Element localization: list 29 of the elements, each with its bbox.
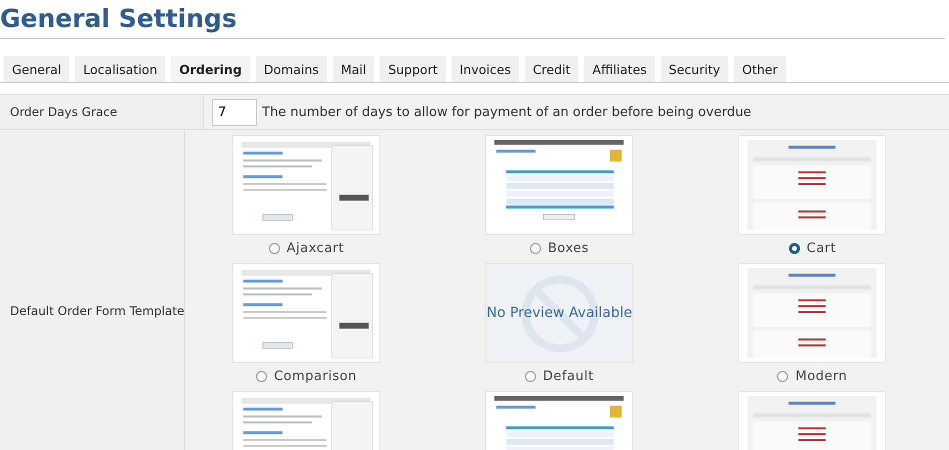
settings-tab[interactable]: Other [734,56,786,82]
template-name: Modern [795,368,848,384]
settings-tab[interactable]: General [4,56,70,82]
field-label: Default Order Form Template [10,304,184,318]
field-help-text: The number of days to allow for payment of an order before being overdue [262,104,752,120]
radio-button[interactable] [777,370,788,382]
settings-tab[interactable]: Security [660,56,728,82]
settings-tab[interactable]: Domains [256,56,327,82]
template-name: Comparison [274,368,357,384]
no-preview-text: No Preview Available [486,305,632,321]
settings-tab[interactable]: Support [380,56,446,82]
template-name: Ajaxcart [286,240,344,256]
settings-tab[interactable]: Invoices [452,56,519,82]
radio-button[interactable] [524,370,536,382]
days-input[interactable]: 7 [212,98,257,126]
settings-tab[interactable]: Credit [524,56,578,82]
settings-tab[interactable]: Affiliates [584,56,655,82]
settings-tab[interactable]: Mail [332,56,374,82]
template-name: Cart [806,240,836,256]
radio-button[interactable] [268,242,280,254]
template-name: Boxes [548,240,589,256]
template-name: Default [542,368,594,384]
page-title: General Settings [0,0,945,39]
field-label: Order Days Grace [10,105,118,119]
settings-tab[interactable]: Ordering [171,56,250,82]
radio-button[interactable] [256,370,267,382]
radio-button[interactable] [530,242,541,254]
radio-button[interactable] [788,242,800,254]
settings-tab[interactable]: Localisation [75,56,166,82]
